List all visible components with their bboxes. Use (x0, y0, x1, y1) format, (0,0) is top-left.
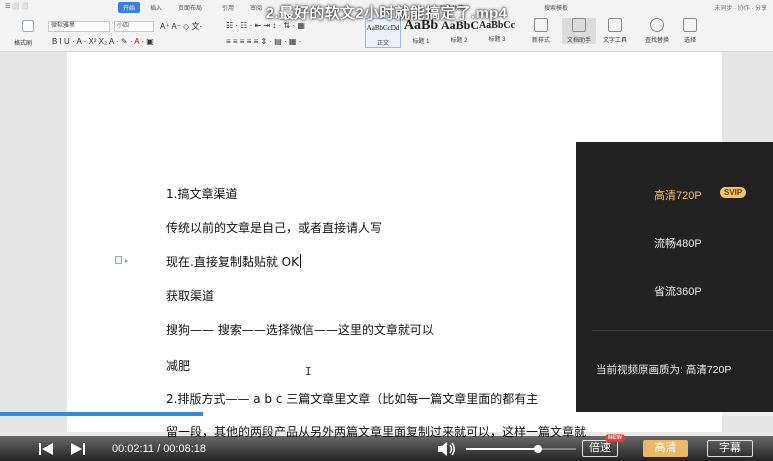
current-time: 00:02:11 (112, 443, 155, 455)
volume-fill (466, 448, 538, 450)
volume-knob[interactable] (533, 445, 542, 453)
new-badge: NEW (605, 434, 625, 442)
speed-button[interactable]: 倍速 (582, 440, 618, 457)
quality-panel: 高清720P SVIP 流畅480P 省流360P 当前视频原画质为: 高清72… (576, 142, 773, 412)
volume-icon[interactable] (437, 441, 457, 457)
align-icons: ≡ ≡ ≡ ≡ ≡ ⇕ · ▤ · ▦ · (226, 37, 302, 46)
quality-option-360p[interactable]: 省流360P (654, 283, 702, 299)
quality-divider (592, 330, 773, 331)
doc-line-4: 获取渠道 (166, 289, 215, 303)
quality-option-720p[interactable]: 高清720P (654, 187, 702, 203)
doc-line-1: 1.搞文章渠道 (166, 187, 238, 201)
volume-slider[interactable] (466, 445, 576, 453)
video-frame[interactable]: ☰ ⬜ ⬜ 开始 插入 页面布局 引用 审阅 特色功能 搜索模板 未同步 · 协… (0, 0, 773, 461)
subtitle-button[interactable]: 字幕 (707, 440, 753, 457)
current-quality-text: 当前视频原画质为: 高清720P (596, 364, 732, 376)
progress-fill (0, 412, 204, 416)
quality-button[interactable]: 高清 (643, 440, 688, 457)
video-title: 2.最好的软文2小时就能搞定了.mp4 (265, 5, 508, 22)
font-style-icons: B I U · A · X² X₂ A · ✎ · A · ▣ (52, 37, 154, 46)
time-display: 00:02:11 / 00:08:18 (112, 443, 207, 455)
previous-icon[interactable] (38, 442, 54, 456)
paragraph-marker-icon (115, 256, 128, 264)
total-time: 00:08:18 (163, 443, 207, 455)
quality-option-480p[interactable]: 流畅480P (654, 235, 702, 251)
text-caret (299, 254, 301, 268)
ibeam-cursor-icon: I (305, 365, 312, 378)
doc-line-2: 传统以前的文章是自己，或者直接请人写 (166, 221, 383, 235)
progress-bar[interactable] (0, 412, 773, 416)
next-icon[interactable] (70, 442, 86, 456)
doc-line-6: 减肥 (166, 359, 191, 373)
svip-badge: SVIP (720, 187, 747, 198)
doc-line-3: 现在.直接复制黏贴就 OK (166, 254, 301, 269)
player-controls: 00:02:11 / 00:08:18 倍速 高清 字幕 (0, 436, 773, 461)
doc-line-7: 2.排版方式—— a b c 三篇文章里文章（比如每一篇文章里面的都有主 (166, 392, 539, 406)
doc-line-5: 搜狗—— 搜索——选择微信——这里的文章就可以 (166, 323, 434, 337)
format-painter-label: 格式刷 (14, 41, 33, 47)
